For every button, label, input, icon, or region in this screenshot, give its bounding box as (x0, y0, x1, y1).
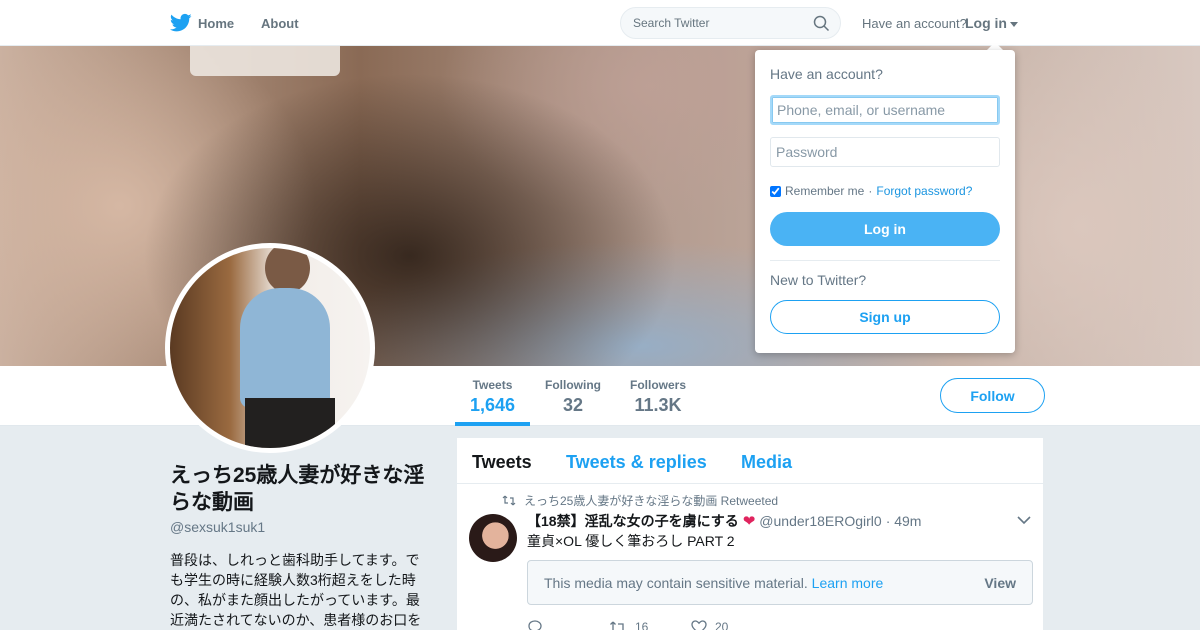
avatar-skirt-shape (245, 398, 335, 448)
reply-icon (528, 620, 542, 630)
tweet-text: 童貞×OL 優しく筆おろし PART 2 (527, 533, 735, 549)
top-navigation-bar: Home About Have an account? Log in (0, 0, 1200, 46)
remember-me-label[interactable]: Remember me (785, 184, 864, 198)
login-dropdown-toggle[interactable]: Log in (965, 15, 1018, 31)
search-box (620, 7, 841, 39)
nav-home-label: Home (198, 15, 235, 31)
remember-me-row: Remember me · Forgot password? (770, 184, 972, 198)
stat-followers-value: 11.3K (634, 395, 682, 415)
banner-cup-shape (190, 46, 340, 76)
stat-following-value: 32 (562, 395, 584, 415)
separator-dot: · (868, 184, 873, 198)
avatar-head-shape (265, 248, 310, 293)
stat-tweets-label: Tweets (472, 378, 513, 392)
chevron-down-icon (1010, 21, 1018, 27)
nav-about-link[interactable]: About (261, 16, 299, 31)
forgot-password-link[interactable]: Forgot password? (876, 184, 972, 198)
password-field[interactable] (770, 137, 1000, 167)
heart-emoji-icon: ❤ (742, 513, 756, 530)
search-icon[interactable] (813, 15, 830, 32)
timeline-tabs: Tweets Tweets & replies Media (457, 438, 1043, 484)
retweet-icon (502, 495, 516, 506)
active-stat-underline (455, 422, 530, 426)
twitter-bird-icon (170, 13, 192, 32)
sensitive-media-warning: This media may contain sensitive materia… (527, 560, 1033, 605)
chevron-down-icon[interactable] (1017, 515, 1031, 525)
stat-following-label: Following (545, 378, 601, 392)
tweet-author-handle[interactable]: @under18EROgirl0 (759, 513, 881, 529)
retweet-action[interactable]: 16 (609, 620, 691, 630)
sensitive-media-message: This media may contain sensitive materia… (544, 575, 808, 591)
nav-home-link[interactable]: Home (170, 13, 234, 33)
profile-name[interactable]: えっち25歳人妻が好きな淫らな動画 (170, 462, 430, 516)
avatar-top-shape (240, 288, 330, 408)
tweet-header: 【18禁】淫乱な女の子を虜にする ❤ @under18EROgirl0 · 49… (527, 511, 921, 531)
retweet-count: 16 (635, 620, 649, 630)
have-account-text: Have an account? (862, 16, 967, 31)
follow-button[interactable]: Follow (940, 378, 1045, 413)
view-media-button[interactable]: View (984, 575, 1016, 591)
avatar-image (170, 248, 370, 448)
stat-tweets[interactable]: Tweets 1,646 (470, 378, 515, 416)
tab-tweets-replies[interactable]: Tweets & replies (566, 452, 707, 473)
learn-more-link[interactable]: Learn more (812, 575, 884, 591)
username-field[interactable] (770, 95, 1000, 125)
retweet-icon (610, 621, 626, 630)
search-input[interactable] (633, 8, 813, 38)
dropdown-divider (770, 260, 1000, 261)
signup-button[interactable]: Sign up (770, 300, 1000, 334)
login-button[interactable]: Log in (770, 212, 1000, 246)
tweet-item[interactable]: えっち25歳人妻が好きな淫らな動画 Retweeted 【18禁】淫乱な女の子を… (457, 484, 1043, 630)
profile-bio: 普段は、しれっと歯科助手してます。でも学生の時に経験人数3桁超えをした時の、私が… (170, 552, 422, 628)
tweet-actions: 16 20 (527, 620, 773, 630)
remember-me-checkbox[interactable] (770, 185, 781, 197)
new-to-twitter-text: New to Twitter? (770, 272, 867, 288)
stat-tweets-value: 1,646 (470, 395, 516, 415)
tab-media[interactable]: Media (741, 452, 792, 473)
profile-handle[interactable]: @sexsuk1suk1 (170, 519, 265, 535)
tab-tweets[interactable]: Tweets (472, 452, 532, 473)
tweet-author-avatar[interactable] (469, 514, 517, 562)
login-dropdown-title: Have an account? (770, 66, 883, 82)
dropdown-arrow (987, 42, 1003, 50)
like-count: 20 (715, 620, 729, 630)
retweet-context: えっち25歳人妻が好きな淫らな動画 Retweeted (502, 492, 778, 509)
heart-icon (691, 620, 707, 630)
tweet-timestamp[interactable]: · 49m (886, 513, 922, 529)
login-dropdown: Have an account? Remember me · Forgot pa… (755, 50, 1015, 353)
timeline: Tweets Tweets & replies Media えっち25歳人妻が好… (456, 437, 1044, 630)
reply-action[interactable] (527, 620, 609, 630)
stat-followers-label: Followers (629, 378, 686, 392)
like-action[interactable]: 20 (691, 620, 773, 630)
sensitive-media-text: This media may contain sensitive materia… (544, 575, 883, 591)
tweet-author-name[interactable]: 【18禁】淫乱な女の子を虜にする (527, 511, 739, 531)
retweet-context-text: えっち25歳人妻が好きな淫らな動画 Retweeted (524, 494, 779, 508)
stat-following[interactable]: Following 32 (544, 378, 602, 416)
stat-followers[interactable]: Followers 11.3K (628, 378, 688, 416)
profile-avatar[interactable] (165, 243, 375, 453)
login-toggle-label: Log in (965, 15, 1007, 31)
